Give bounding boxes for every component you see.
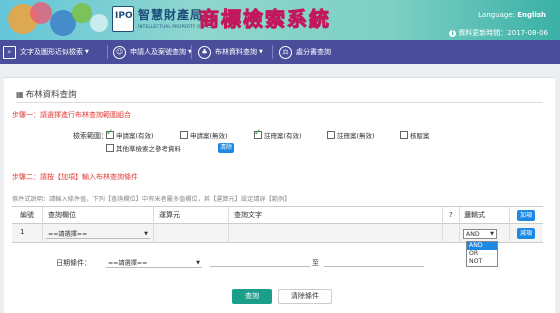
select-value: ==請選擇== [108, 260, 148, 267]
decorative-circle [72, 3, 92, 23]
col-header-no: 編號 [20, 211, 34, 219]
col-header-field: 查詢欄位 [48, 211, 76, 219]
chevron-down-icon: ▼ [85, 49, 89, 55]
checkbox-reg-invalid[interactable]: 註冊案(無效) [327, 130, 375, 140]
decorative-circle [90, 14, 108, 32]
select-value: ==請選擇== [48, 231, 88, 238]
info-icon: i [449, 30, 457, 37]
chevron-down-icon: ▼ [196, 259, 200, 266]
date-to-input[interactable] [324, 258, 424, 267]
tree-icon: ♣ [198, 45, 211, 59]
query-field-select[interactable]: ==請選擇== ▼ [46, 229, 150, 239]
main-nav: ⌕ 文字及圖形近似檢索 ▼ ☺ 申請人及案號查詢 ▼ ♣ 布林資料查詢 ▼ ⚖ … [0, 40, 560, 64]
scope-label: 檢索範圍： [73, 132, 108, 140]
nav-item-label: 處分書查詢 [296, 48, 331, 56]
checkbox-box[interactable] [106, 144, 114, 152]
checkbox-label: 核駁案 [410, 132, 430, 140]
grid-icon: ▦ [16, 90, 24, 99]
reset-conditions-button[interactable]: 清除條件 [278, 289, 332, 304]
nav-item-boolean-search[interactable]: ♣ 布林資料查詢 ▼ [198, 40, 263, 64]
checkbox-app-valid[interactable]: 申請案(有效) [106, 128, 154, 140]
clear-scope-button[interactable]: 清除 [218, 143, 234, 153]
gavel-icon: ⚖ [279, 45, 292, 59]
nav-divider [272, 45, 273, 59]
logic-dropdown-list: AND OR NOT [466, 241, 498, 267]
table-divider [442, 207, 443, 243]
table-divider [228, 207, 229, 243]
system-title: 商標檢索系統 [199, 7, 331, 32]
checkbox-label: 註冊案(無效) [337, 132, 375, 140]
update-time-text: 資料更新時間：2017-08-06 [458, 29, 548, 37]
checkbox-box[interactable] [327, 131, 335, 139]
nav-divider [191, 45, 192, 59]
nav-item-label: 布林資料查詢 [215, 48, 257, 56]
date-from-input[interactable] [210, 258, 310, 267]
date-field-select[interactable]: ==請選擇== ▼ [106, 258, 202, 268]
table-divider [153, 207, 154, 243]
col-header-help: ? [449, 211, 453, 219]
dropdown-option-and[interactable]: AND [467, 242, 497, 250]
language-english-link[interactable]: English [517, 11, 546, 19]
tipo-logo[interactable]: IPO [112, 6, 134, 32]
checkbox-box[interactable] [254, 128, 262, 139]
checkbox-label: 其他準檢索之參考資料 [116, 145, 181, 153]
nav-item-label: 申請人及案號查詢 [130, 48, 186, 56]
nav-item-label: 文字及圖形近似檢索 [20, 48, 83, 56]
checkbox-reg-valid[interactable]: 註冊案(有效) [254, 128, 302, 140]
checkbox-box[interactable] [180, 131, 188, 139]
checkbox-box[interactable] [400, 131, 408, 139]
org-name: 智慧財產局 [138, 8, 204, 22]
condition-note: 條件式說明：請輸入條件值，下列【查詢欄位】中有米者屬多值欄位，其【運算元】設定請… [12, 196, 291, 203]
language-label: Language: [478, 11, 516, 19]
table-divider [459, 207, 460, 243]
date-condition-label: 日期條件： [56, 259, 91, 267]
chevron-down-icon: ▼ [490, 231, 494, 237]
search-icon: ⌕ [3, 45, 16, 59]
col-header-operator: 運算元 [159, 211, 180, 219]
nav-item-decision-search[interactable]: ⚖ 處分書查詢 [279, 40, 331, 64]
date-to-label: 至 [312, 259, 319, 267]
add-row-button[interactable]: 加項 [517, 210, 535, 221]
nav-divider [107, 45, 108, 59]
checkbox-box[interactable] [106, 128, 114, 139]
decorative-circle [30, 2, 52, 24]
user-icon: ☺ [113, 45, 126, 59]
nav-item-image-search[interactable]: ⌕ 文字及圖形近似檢索 ▼ [3, 40, 89, 64]
remove-row-button[interactable]: 減項 [517, 228, 535, 239]
language-switch: Language: English [478, 11, 546, 19]
header-banner: IPO 智慧財產局 INTELLECTUAL PROPERTY OFFICE 商… [0, 0, 560, 40]
condition-table: 編號 查詢欄位 運算元 查詢文字 ? 邏輯式 加項 1 ==請選擇== ▼ AND… [12, 206, 543, 243]
step1-text: 步驟一：請選擇進行布林查詢範圍組合 [12, 111, 131, 119]
checkbox-label: 註冊案(有效) [264, 132, 302, 140]
step2-text: 步驟二：請按【加項】輸入布林查詢條件 [12, 173, 138, 181]
col-header-query-text: 查詢文字 [234, 211, 262, 219]
dropdown-option-not[interactable]: NOT [467, 258, 497, 266]
dropdown-option-or[interactable]: OR [467, 250, 497, 258]
logo-text: IPO [115, 11, 133, 21]
table-divider [42, 207, 43, 243]
search-button[interactable]: 查詢 [232, 289, 272, 304]
page-title-text: 布林資料查詢 [25, 90, 77, 100]
select-value: AND [466, 230, 480, 238]
chevron-down-icon: ▼ [144, 230, 148, 237]
chevron-down-icon: ▼ [259, 49, 263, 55]
checkbox-rejected[interactable]: 核駁案 [400, 130, 430, 140]
row-number: 1 [20, 228, 25, 236]
page-title: ▦ 布林資料查詢 [16, 88, 77, 100]
checkbox-app-invalid[interactable]: 申請案(無效) [180, 130, 228, 140]
update-time: i 資料更新時間：2017-08-06 [449, 28, 548, 38]
checkbox-label: 申請案(無效) [190, 132, 228, 140]
logic-select[interactable]: AND ▼ [463, 229, 497, 239]
nav-item-applicant-search[interactable]: ☺ 申請人及案號查詢 ▼ [113, 40, 192, 64]
checkbox-other-reference[interactable]: 其他準檢索之參考資料 [106, 143, 181, 153]
table-divider [509, 207, 510, 243]
divider [16, 102, 543, 103]
checkbox-label: 申請案(有效) [116, 132, 154, 140]
col-header-logic: 邏輯式 [464, 211, 485, 219]
